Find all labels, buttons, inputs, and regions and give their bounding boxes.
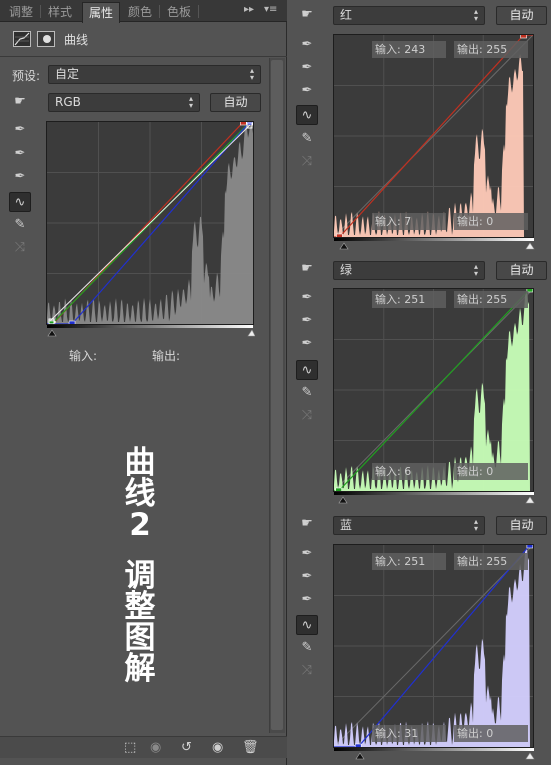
smooth-icon[interactable]: ⤨: [296, 661, 318, 681]
curve-point: [335, 487, 342, 491]
output-readout-bottom-green: 输出: 0: [454, 463, 528, 480]
eyedropper-black-icon[interactable]: ✒: [296, 544, 318, 564]
black-point-slider: [47, 329, 57, 337]
tab-adjustments[interactable]: 调整: [2, 2, 40, 22]
tab-properties[interactable]: 属性: [82, 2, 120, 23]
channel-select-green[interactable]: 绿 ▴ ▾: [333, 261, 485, 280]
input-readout-top-blue: 输入: 251: [372, 553, 446, 570]
preset-select[interactable]: 自定 ▴ ▾: [48, 65, 261, 84]
preset-label: 预设:: [12, 69, 41, 83]
select-arrows-icon: ▴ ▾: [188, 94, 193, 110]
overlay-title: 曲 线 2 调 整 图 解: [124, 445, 156, 687]
eyedropper-black-icon[interactable]: ✒: [296, 35, 318, 55]
channel-value: RGB: [55, 95, 81, 109]
channel-select-red[interactable]: 红 ▴ ▾: [333, 6, 485, 25]
curve-point: [336, 233, 343, 237]
output-readout-top-blue: 输出: 255: [454, 553, 528, 570]
tab-swatches[interactable]: 色板: [160, 2, 198, 22]
smooth-icon[interactable]: ⤨: [9, 238, 31, 258]
curves-graph-green[interactable]: [333, 288, 534, 492]
eyedropper-gray-icon[interactable]: ✒: [9, 144, 31, 164]
input-readout-top-red: 输入: 243: [372, 41, 446, 58]
eyedropper-white-icon[interactable]: ✒: [9, 167, 31, 187]
eyedropper-white-icon[interactable]: ✒: [296, 334, 318, 354]
curve-point: [354, 743, 362, 747]
input-readout-bottom-red: 输入: 7: [372, 213, 446, 230]
output-readout-top-red: 输出: 255: [454, 41, 528, 58]
input-readout-bottom-blue: 输入: 31: [372, 725, 446, 742]
curve-point-icon[interactable]: ∿: [296, 105, 318, 125]
eyedropper-black-icon[interactable]: ✒: [296, 288, 318, 308]
output-readout-bottom-blue: 输出: 0: [454, 725, 528, 742]
output-label: 输出:: [152, 349, 181, 363]
eyedropper-white-icon[interactable]: ✒: [296, 81, 318, 101]
input-gradient-bar-blue: [334, 748, 535, 760]
eyedropper-black-icon[interactable]: ✒: [9, 120, 31, 140]
channel-curves-column: ☛ 红 ▴ ▾ 自动 ✒ ✒ ✒ ∿ ✎ ⤨ 输入: 243 输出: 255 输入:…: [288, 0, 551, 765]
tab-styles[interactable]: 样式: [41, 2, 79, 22]
reset-icon[interactable]: ↺: [181, 740, 192, 755]
channel-select[interactable]: RGB ▴ ▾: [48, 93, 200, 112]
panel-title: 曲线: [64, 33, 89, 47]
eyedropper-gray-icon[interactable]: ✒: [296, 58, 318, 78]
scrollbar-thumb[interactable]: [271, 60, 283, 730]
panel-menu-icon[interactable]: ▾≡: [264, 4, 277, 15]
preset-value: 自定: [55, 67, 80, 81]
white-point-slider: [247, 329, 255, 337]
smooth-icon[interactable]: ⤨: [296, 406, 318, 426]
pencil-icon[interactable]: ✎: [296, 383, 318, 403]
auto-button[interactable]: 自动: [210, 93, 261, 112]
properties-header: 曲线: [0, 23, 287, 57]
clip-to-layer-icon[interactable]: ⬚: [124, 740, 136, 755]
curves-adjustment-icon: [13, 31, 31, 47]
input-label: 输入:: [69, 349, 98, 363]
curve-point-icon[interactable]: ∿: [296, 615, 318, 635]
collapse-panel-icon[interactable]: ▸▸: [244, 4, 254, 15]
smooth-icon[interactable]: ⤨: [296, 152, 318, 172]
input-gradient-bar: [47, 325, 255, 337]
auto-button-green[interactable]: 自动: [496, 261, 547, 280]
panel-tab-bar: 调整 样式 属性 颜色 色板 ▸▸ ▾≡: [0, 0, 287, 23]
pointer-hand-icon[interactable]: ☛: [296, 514, 318, 534]
curve-point-icon[interactable]: ∿: [9, 192, 31, 212]
pointer-hand-icon[interactable]: ☛: [296, 259, 318, 279]
layer-mask-icon[interactable]: [37, 31, 55, 47]
auto-button-red[interactable]: 自动: [496, 6, 547, 25]
output-readout-bottom-red: 输出: 0: [454, 213, 528, 230]
curves-graph-blue[interactable]: [333, 544, 534, 748]
input-gradient-bar-red: [334, 238, 535, 250]
pencil-icon[interactable]: ✎: [296, 129, 318, 149]
visibility-eye-icon[interactable]: ◉: [212, 740, 223, 755]
curve-point: [520, 35, 527, 39]
input-gradient-bar-green: [334, 492, 535, 504]
curve-point: [68, 320, 76, 324]
curve-point: [526, 545, 533, 549]
pointer-hand-icon[interactable]: ☛: [9, 92, 31, 112]
curves-svg: [47, 122, 253, 324]
pencil-icon[interactable]: ✎: [296, 638, 318, 658]
curve-point-icon[interactable]: ∿: [296, 360, 318, 380]
eyedropper-white-icon[interactable]: ✒: [296, 590, 318, 610]
tab-color[interactable]: 颜色: [121, 2, 159, 22]
output-readout-top-green: 输出: 255: [454, 291, 528, 308]
pointer-hand-icon[interactable]: ☛: [296, 5, 318, 25]
pencil-icon[interactable]: ✎: [9, 215, 31, 235]
curves-graph-red[interactable]: [333, 34, 534, 238]
input-readout-top-green: 输入: 251: [372, 291, 446, 308]
properties-panel: 调整 样式 属性 颜色 色板 ▸▸ ▾≡ 曲线 预设: 自定 ▴ ▾ ☛ RGB …: [0, 0, 287, 765]
input-readout-bottom-green: 输入: 6: [372, 463, 446, 480]
eyedropper-gray-icon[interactable]: ✒: [296, 567, 318, 587]
panel-footer: ⬚ ◉ ↺ ◉ 🗑: [0, 736, 287, 758]
curve-point: [240, 122, 247, 126]
curves-graph[interactable]: [46, 121, 254, 325]
select-arrows-icon: ▴ ▾: [249, 66, 254, 82]
trash-icon[interactable]: 🗑: [242, 740, 259, 755]
channel-select-blue[interactable]: 蓝 ▴ ▾: [333, 516, 485, 535]
eyedropper-gray-icon[interactable]: ✒: [296, 311, 318, 331]
view-previous-icon[interactable]: ◉: [150, 740, 161, 755]
auto-button-blue[interactable]: 自动: [496, 516, 547, 535]
